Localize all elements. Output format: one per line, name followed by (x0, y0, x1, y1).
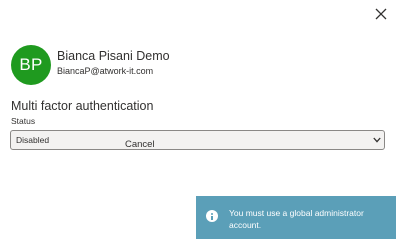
user-display-name: Bianca Pisani Demo (57, 49, 170, 63)
close-icon (375, 8, 387, 20)
status-selected-value: Disabled (16, 135, 50, 145)
avatar: BP (11, 45, 51, 85)
chevron-down-icon (373, 137, 381, 143)
section-title: Multi factor authentication (11, 99, 154, 113)
status-dropdown[interactable]: Disabled (10, 130, 385, 150)
avatar-initials: BP (19, 55, 43, 74)
notification-message: You must use a global administrator acco… (229, 208, 364, 230)
status-label: Status (11, 116, 36, 126)
info-icon (206, 210, 218, 222)
user-email: BiancaP@atwork-it.com (57, 66, 154, 76)
cancel-button[interactable]: Cancel (125, 139, 155, 150)
notification-toast: You must use a global administrator acco… (196, 196, 396, 239)
close-button[interactable] (369, 2, 393, 26)
